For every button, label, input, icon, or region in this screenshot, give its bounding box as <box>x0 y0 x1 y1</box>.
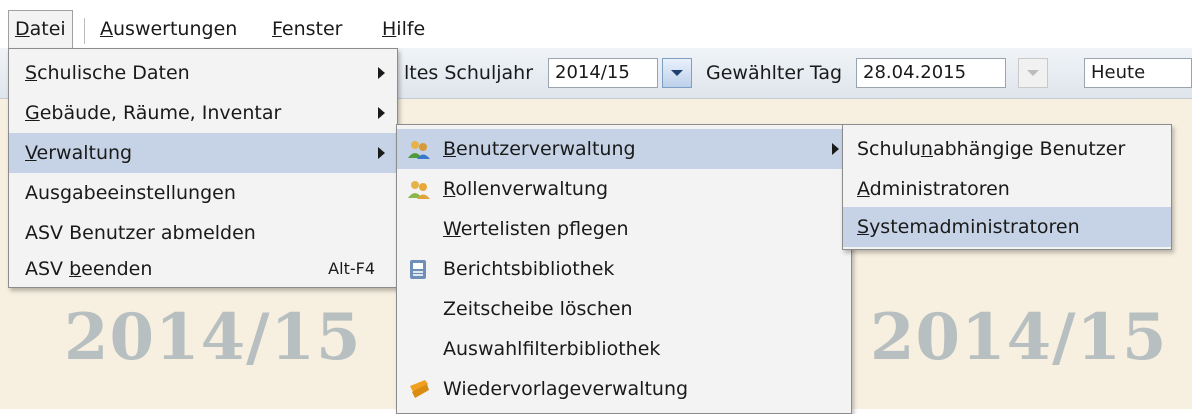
menu-auswertungen-label: uswertungen <box>113 18 238 40</box>
menu-item-schulische-daten[interactable]: Schulische Daten <box>9 53 397 93</box>
chevron-down-icon <box>1027 70 1039 76</box>
menu-item-label: Wiedervorlageverwaltung <box>443 378 689 400</box>
menu-hilfe-mnemonic: H <box>382 18 397 40</box>
menubar-separator <box>84 18 85 44</box>
menu-item-benutzerverwaltung[interactable]: Benutzerverwaltung <box>397 129 851 169</box>
mnemonic: n <box>920 138 933 160</box>
mnemonic: V <box>25 142 37 164</box>
menu-item-label: Ausgabeeinstellungen <box>25 182 236 204</box>
mnemonic: G <box>25 102 40 124</box>
roles-icon <box>408 181 430 199</box>
menu-item-label: enutzerverwaltung <box>456 138 636 160</box>
chevron-down-icon <box>671 70 683 76</box>
mnemonic: S <box>857 216 870 238</box>
menu-item-label: Auswahlfilterbibliothek <box>443 338 661 360</box>
menu-item-label: erwaltung <box>36 142 133 164</box>
tag-dropdown-button[interactable] <box>1018 58 1048 88</box>
menu-datei-label: atei <box>29 18 66 40</box>
report-library-icon <box>410 260 426 279</box>
mnemonic: S <box>25 62 38 84</box>
mnemonic: B <box>443 138 457 160</box>
resubmission-icon <box>410 380 429 398</box>
schuljahr-select[interactable]: 2014/15 <box>548 58 658 88</box>
menu-item-administratoren[interactable]: Administratoren <box>843 169 1171 209</box>
schuljahr-dropdown-button[interactable] <box>662 58 692 88</box>
menu-item-label: ystemadministratoren <box>869 216 1080 238</box>
menu-item-wertelisten-pflegen[interactable]: Wertelisten pflegen <box>397 209 851 249</box>
menu-fenster-mnemonic: F <box>272 18 282 40</box>
menu-fenster-label: enster <box>281 18 343 40</box>
menu-item-label: Berichtsbibliothek <box>443 258 615 280</box>
menu-item-auswahlfilterbibliothek[interactable]: Auswahlfilterbibliothek <box>397 329 851 369</box>
window-top-edge <box>0 0 1192 8</box>
year-watermark-right: 2014/15 <box>870 300 1168 375</box>
menu-item-wiedervorlageverwaltung[interactable]: Wiedervorlageverwaltung <box>397 369 851 409</box>
menu-auswertungen-mnemonic: A <box>100 18 113 40</box>
menu-fenster[interactable]: Fenster <box>266 10 348 48</box>
menu-item-asv-beenden[interactable]: ASV beenden Alt-F4 <box>9 249 397 289</box>
menu-hilfe[interactable]: Hilfe <box>376 10 431 48</box>
submenu-arrow-icon <box>832 143 839 155</box>
datei-menu: Schulische Daten Gebäude, Räume, Inventa… <box>8 48 398 288</box>
menu-item-label: chulische Daten <box>37 62 190 84</box>
menu-item-berichtsbibliothek[interactable]: Berichtsbibliothek <box>397 249 851 289</box>
mnemonic: W <box>443 218 461 240</box>
menu-hilfe-label: ilfe <box>396 18 426 40</box>
menubar: Datei Auswertungen Fenster Hilfe <box>0 10 1192 49</box>
menu-item-label: Schulu <box>857 138 921 160</box>
menu-item-label: ollenverwaltung <box>455 178 609 200</box>
menu-item-verwaltung[interactable]: Verwaltung <box>9 133 397 173</box>
benutzerverwaltung-submenu: Schulunabhängige Benutzer Administratore… <box>842 124 1172 250</box>
menu-item-zeitscheibe-loeschen[interactable]: Zeitscheibe löschen <box>397 289 851 329</box>
schuljahr-label: ltes Schuljahr <box>404 62 534 84</box>
menu-item-gebaeude-raeume-inventar[interactable]: Gebäude, Räume, Inventar <box>9 93 397 133</box>
menu-auswertungen[interactable]: Auswertungen <box>94 10 243 48</box>
mnemonic: b <box>69 258 82 280</box>
submenu-arrow-icon <box>378 147 385 159</box>
menu-datei-mnemonic: D <box>15 18 30 40</box>
mnemonic: R <box>443 178 456 200</box>
year-watermark-left: 2014/15 <box>64 300 362 375</box>
menu-item-label: ertelisten pflegen <box>460 218 629 240</box>
shortcut-label: Alt-F4 <box>328 259 375 278</box>
menu-item-label: eenden <box>81 258 153 280</box>
menu-item-schulunabhaengige-benutzer[interactable]: Schulunabhängige Benutzer <box>843 129 1171 169</box>
menu-item-label: ebäude, Räume, Inventar <box>39 102 282 124</box>
menu-item-label: ASV Benutzer abmelden <box>25 222 256 244</box>
menu-item-systemadministratoren[interactable]: Systemadministratoren <box>843 207 1171 247</box>
users-icon <box>408 141 430 159</box>
menu-item-label: dministratoren <box>869 178 1010 200</box>
menu-item-label: Zeitscheibe löschen <box>443 298 633 320</box>
heute-field[interactable]: Heute <box>1084 58 1192 88</box>
menu-item-asv-benutzer-abmelden[interactable]: ASV Benutzer abmelden <box>9 213 397 253</box>
submenu-arrow-icon <box>378 67 385 79</box>
menu-datei[interactable]: Datei <box>8 10 73 49</box>
mnemonic: A <box>857 178 870 200</box>
menu-item-ausgabeeinstellungen[interactable]: Ausgabeeinstellungen <box>9 173 397 213</box>
tag-label: Gewählter Tag <box>706 62 843 84</box>
verwaltung-submenu: Benutzerverwaltung Rollenverwaltung Wert… <box>396 124 852 414</box>
menu-item-label: ASV <box>25 258 70 280</box>
tag-date-field[interactable]: 28.04.2015 <box>856 58 1006 88</box>
menu-item-rollenverwaltung[interactable]: Rollenverwaltung <box>397 169 851 209</box>
menu-item-label: abhängige Benutzer <box>932 138 1126 160</box>
submenu-arrow-icon <box>378 107 385 119</box>
